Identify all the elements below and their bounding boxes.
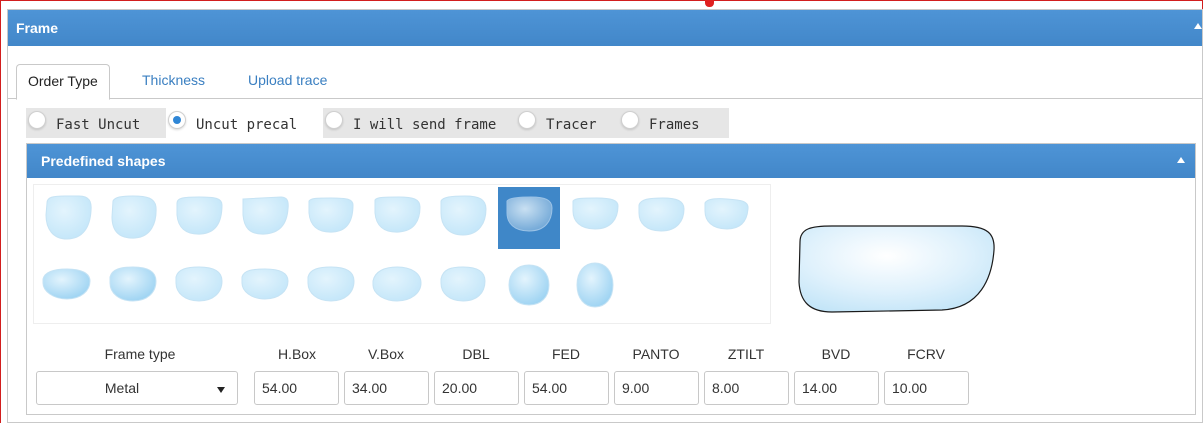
predefined-shapes-header[interactable]: Predefined shapes xyxy=(27,144,1195,178)
panto-label: PANTO xyxy=(632,346,680,362)
lens-shape-icon xyxy=(109,266,157,302)
lens-shape-icon xyxy=(440,266,486,302)
frame-type-select[interactable]: Metal xyxy=(36,371,238,405)
radio-circle-icon[interactable] xyxy=(28,111,46,129)
fcrv-input[interactable]: 10.00 xyxy=(884,371,969,405)
radio-label: Tracer xyxy=(546,117,597,133)
lens-shape-icon xyxy=(42,268,91,300)
lens-shape-icon xyxy=(576,262,614,308)
radio-i-will-send-frame[interactable]: I will send frame xyxy=(323,108,516,138)
shape-option[interactable] xyxy=(498,255,560,317)
lens-shape-icon xyxy=(374,196,421,233)
shape-option[interactable] xyxy=(102,187,164,249)
red-marker xyxy=(705,0,714,7)
ztilt-input[interactable]: 8.00 xyxy=(704,371,789,405)
radio-tracer[interactable]: Tracer xyxy=(516,108,619,138)
shape-option[interactable] xyxy=(498,187,560,249)
lens-shape-icon xyxy=(175,266,223,302)
radio-uncut-precal[interactable]: Uncut precal xyxy=(166,108,323,138)
shape-option[interactable] xyxy=(564,187,626,249)
panto-input[interactable]: 9.00 xyxy=(614,371,699,405)
shapes-grid xyxy=(33,184,771,324)
tab-thickness[interactable]: Thickness xyxy=(130,64,217,100)
tab-bar: Order Type Thickness Upload trace xyxy=(8,56,1202,100)
lens-shape-icon xyxy=(572,197,619,230)
shape-option[interactable] xyxy=(168,187,230,249)
shape-option[interactable] xyxy=(564,255,626,317)
lens-shape-icon xyxy=(242,196,289,235)
radio-label: Fast Uncut xyxy=(56,117,141,133)
radio-checked-icon[interactable] xyxy=(168,111,186,129)
chevron-down-icon xyxy=(217,387,225,393)
lens-shape-icon xyxy=(111,195,157,239)
hbox-label: H.Box xyxy=(277,346,317,362)
fed-input[interactable]: 54.00 xyxy=(524,371,609,405)
shape-option[interactable] xyxy=(366,255,428,317)
lens-shape-icon xyxy=(508,264,550,306)
vbox-label: V.Box xyxy=(367,346,405,362)
radio-circle-icon[interactable] xyxy=(621,111,639,129)
lens-shape-icon xyxy=(372,266,422,302)
lens-shape-icon xyxy=(176,196,223,235)
shape-option[interactable] xyxy=(300,187,362,249)
fed-label: FED xyxy=(552,346,580,362)
shape-option[interactable] xyxy=(234,187,296,249)
lens-shape-icon xyxy=(45,195,92,240)
lens-shape-icon xyxy=(506,196,553,232)
radio-fast-uncut[interactable]: Fast Uncut xyxy=(26,108,166,138)
tab-upload-trace[interactable]: Upload trace xyxy=(236,64,339,100)
shape-preview xyxy=(798,225,995,313)
shape-option[interactable] xyxy=(36,187,98,249)
radio-circle-icon[interactable] xyxy=(518,111,536,129)
frame-panel-title: Frame xyxy=(16,20,59,36)
dbl-input[interactable]: 20.00 xyxy=(434,371,519,405)
dbl-label: DBL xyxy=(462,346,490,362)
order-type-options: Fast Uncut Uncut precal I will send fram… xyxy=(26,108,729,138)
radio-frames[interactable]: Frames xyxy=(619,108,729,138)
shape-option[interactable] xyxy=(168,255,230,317)
lens-shape-icon xyxy=(307,266,355,302)
radio-label: Frames xyxy=(649,117,700,133)
hbox-input[interactable]: 54.00 xyxy=(254,371,339,405)
lens-shape-icon xyxy=(241,268,289,300)
fcrv-label: FCRV xyxy=(907,346,945,362)
frame-measurements: Frame type Metal H.Box 54.00 V.Box 34.00… xyxy=(27,339,1197,409)
radio-label: I will send frame xyxy=(353,117,497,133)
bvd-label: BVD xyxy=(821,346,851,362)
lens-shape-icon xyxy=(440,195,487,236)
frame-panel-header[interactable]: Frame xyxy=(8,10,1202,46)
lens-shape-icon xyxy=(308,197,354,233)
bvd-input[interactable]: 14.00 xyxy=(794,371,879,405)
shape-option[interactable] xyxy=(366,187,428,249)
frame-type-label: Frame type xyxy=(104,346,176,362)
radio-label: Uncut precal xyxy=(196,117,298,133)
shape-option[interactable] xyxy=(696,187,758,249)
shape-option[interactable] xyxy=(432,255,494,317)
tab-order-type[interactable]: Order Type xyxy=(16,64,110,100)
ztilt-label: ZTILT xyxy=(727,346,765,362)
shape-option[interactable] xyxy=(432,187,494,249)
shape-option[interactable] xyxy=(630,187,692,249)
vbox-input[interactable]: 34.00 xyxy=(344,371,429,405)
shape-option[interactable] xyxy=(102,255,164,317)
predefined-shapes-panel: Predefined shapes Frame type Metal H.Box… xyxy=(26,143,1196,415)
collapse-up-icon[interactable] xyxy=(1194,23,1202,29)
frame-type-value: Metal xyxy=(104,380,140,396)
lens-shape-icon xyxy=(638,197,685,232)
lens-shape-icon xyxy=(704,198,749,230)
shape-option[interactable] xyxy=(36,255,98,317)
collapse-up-icon[interactable] xyxy=(1177,157,1185,163)
predefined-shapes-title: Predefined shapes xyxy=(41,153,166,169)
shape-option[interactable] xyxy=(300,255,362,317)
shape-option[interactable] xyxy=(234,255,296,317)
frame-panel: Frame Order Type Thickness Upload trace … xyxy=(7,9,1203,423)
radio-circle-icon[interactable] xyxy=(325,111,343,129)
